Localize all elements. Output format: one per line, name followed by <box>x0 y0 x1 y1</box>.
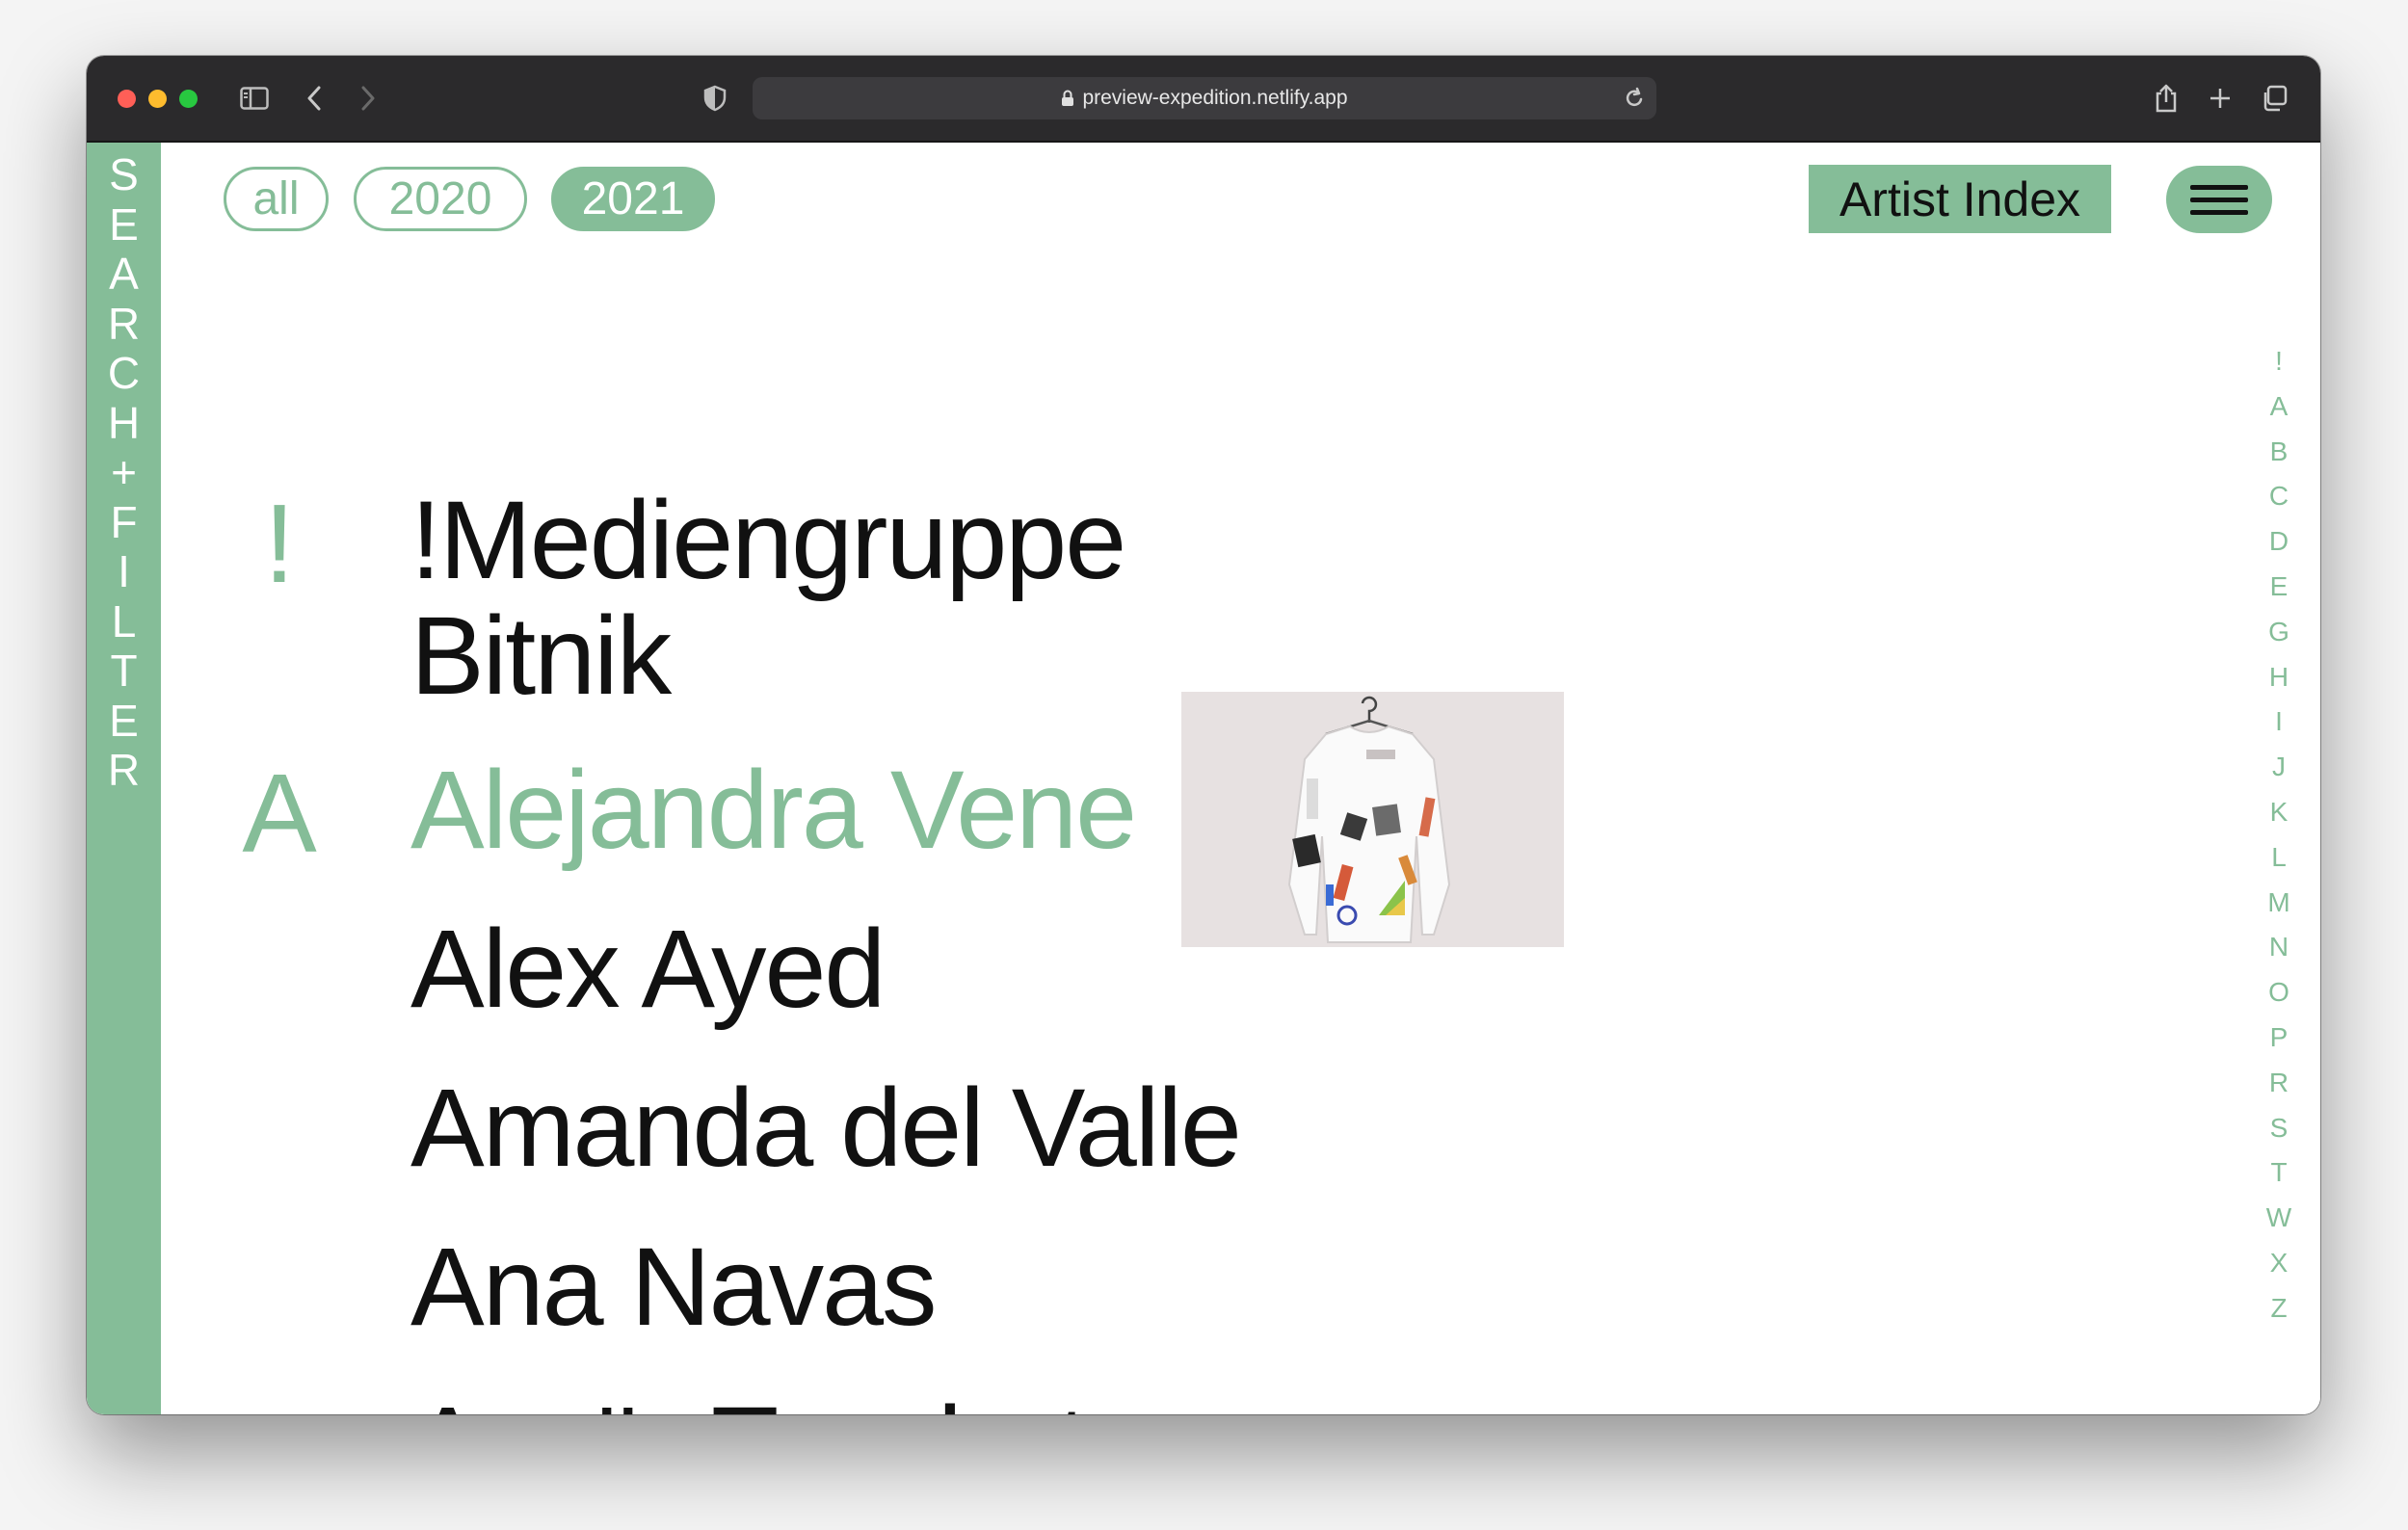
filter-2021-button[interactable]: 2021 <box>551 167 715 231</box>
alphabet-index-letter[interactable]: ! <box>2275 339 2283 384</box>
sidebar-letter: I <box>118 546 130 596</box>
alphabet-index-letter[interactable]: H <box>2269 655 2289 700</box>
alphabet-index-letter[interactable]: K <box>2270 790 2289 835</box>
lock-icon <box>1061 90 1074 107</box>
sidebar-letter: C <box>107 348 141 398</box>
section-letter-a: A <box>242 751 317 876</box>
new-tab-plus-icon[interactable] <box>2201 79 2239 118</box>
url-text: preview-expedition.netlify.app <box>1082 87 1348 109</box>
alphabet-index: ! A B C D E G H I J K L M N O P R S T W X Z <box>2255 339 2303 1332</box>
alphabet-index-letter[interactable]: X <box>2270 1241 2289 1286</box>
back-arrow-icon[interactable] <box>295 79 333 118</box>
artist-amanda-del-valle[interactable]: Amanda del Valle <box>410 1070 1242 1186</box>
reload-icon[interactable] <box>1624 87 1645 110</box>
alphabet-index-letter[interactable]: T <box>2270 1150 2287 1196</box>
sidebar-letter: L <box>111 595 137 646</box>
address-bar[interactable]: preview-expedition.netlify.app <box>753 77 1656 119</box>
alphabet-index-letter[interactable]: S <box>2270 1106 2289 1151</box>
sidebar-letter: R <box>107 745 141 795</box>
share-icon[interactable] <box>2147 79 2185 118</box>
alphabet-index-letter[interactable]: E <box>2270 565 2289 610</box>
privacy-shield-icon[interactable] <box>696 79 734 118</box>
artist-preview-image <box>1181 692 1564 947</box>
alphabet-index-letter[interactable]: A <box>2270 384 2289 430</box>
artist-index-button[interactable]: Artist Index <box>1809 165 2111 233</box>
sidebar-letter: E <box>109 695 139 746</box>
sidebar-letter: A <box>109 249 139 299</box>
sidebar-letter: E <box>109 198 139 250</box>
tab-overview-icon[interactable] <box>2255 79 2293 118</box>
sidebar-letter: S <box>109 149 139 199</box>
close-window-button[interactable] <box>118 90 136 108</box>
sidebar-letter: T <box>110 646 138 696</box>
forward-arrow-icon[interactable] <box>349 79 387 118</box>
browser-toolbar: preview-expedition.netlify.app <box>87 56 2320 143</box>
zoom-window-button[interactable] <box>179 90 198 108</box>
artist-alex-ayed[interactable]: Alex Ayed <box>410 911 886 1027</box>
alphabet-index-letter[interactable]: N <box>2269 925 2289 970</box>
artist-name-line: !Mediengruppe <box>410 479 1126 602</box>
artist-name-line: Bitnik <box>410 594 672 718</box>
filter-2020-button[interactable]: 2020 <box>354 167 527 231</box>
alphabet-index-letter[interactable]: O <box>2268 970 2289 1016</box>
alphabet-index-letter[interactable]: Z <box>2270 1286 2287 1332</box>
alphabet-index-letter[interactable]: W <box>2266 1196 2291 1241</box>
alphabet-index-letter[interactable]: I <box>2275 699 2283 745</box>
sidebar-letter: F <box>110 496 138 547</box>
hamburger-menu-button[interactable] <box>2166 166 2272 233</box>
page-content: S E A R C H + F I L T E R all 2020 2021 Artist Index… <box>87 143 2320 1414</box>
alphabet-index-letter[interactable]: R <box>2269 1061 2289 1106</box>
artist-mediengruppe-bitnik[interactable]: !Mediengruppe Bitnik <box>410 479 1126 718</box>
alphabet-index-letter[interactable]: L <box>2271 835 2287 881</box>
browser-window: preview-expedition.netlify.app S E A R C H + F I… <box>87 56 2320 1414</box>
artist-anais-touchot[interactable]: Anaïs Touchot <box>410 1388 1088 1414</box>
alphabet-index-letter[interactable]: G <box>2268 610 2289 655</box>
artist-ana-navas[interactable]: Ana Navas <box>410 1229 938 1345</box>
artist-alejandra-venegas[interactable]: Alejandra Vene <box>410 752 1137 868</box>
section-letter-exclamation: ! <box>263 481 296 606</box>
alphabet-index-letter[interactable]: J <box>2272 745 2286 790</box>
minimize-window-button[interactable] <box>148 90 167 108</box>
search-filter-label: S E A R C H + F I L T E R <box>87 149 161 796</box>
sidebar-toggle-icon[interactable] <box>235 79 274 118</box>
sidebar-letter: + <box>111 447 137 497</box>
sidebar-letter: R <box>107 298 141 349</box>
alphabet-index-letter[interactable]: D <box>2269 519 2289 565</box>
alphabet-index-letter[interactable]: P <box>2270 1016 2289 1061</box>
filter-all-button[interactable]: all <box>224 167 329 231</box>
alphabet-index-letter[interactable]: C <box>2269 474 2289 519</box>
search-filter-sidebar[interactable]: S E A R C H + F I L T E R <box>87 143 161 1414</box>
sweater-artwork-image <box>1181 692 1564 947</box>
alphabet-index-letter[interactable]: M <box>2267 881 2289 926</box>
sidebar-letter: H <box>107 397 141 448</box>
alphabet-index-letter[interactable]: B <box>2270 430 2289 475</box>
